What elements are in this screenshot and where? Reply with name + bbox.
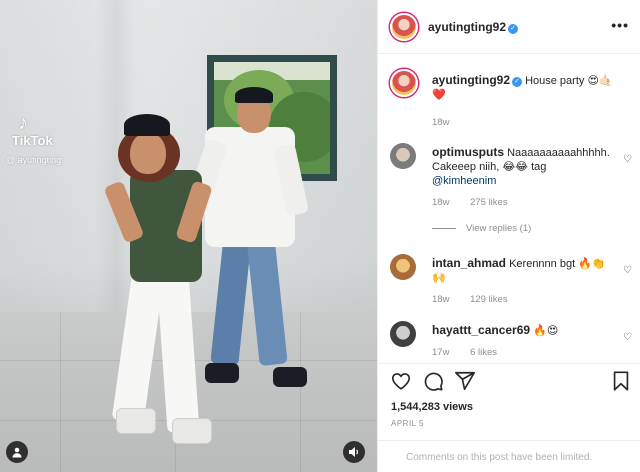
tiktok-watermark: ♪ TikTok [12, 112, 53, 148]
comment-likes[interactable]: 6 likes [470, 347, 497, 358]
post-actions: 1,544,283 views APRIL 5 Comments on this… [378, 363, 640, 472]
post-date[interactable]: APRIL 5 [391, 419, 424, 428]
comment-icon[interactable] [422, 370, 446, 394]
caption-text: House party 😍🤙🏻 [525, 75, 613, 87]
comment-likes[interactable]: 275 likes [470, 197, 508, 208]
verified-badge-icon: ✓ [508, 23, 519, 34]
more-options-icon[interactable]: ••• [611, 17, 629, 33]
comment-text: Kerennnn bgt 🔥👏 [509, 258, 606, 270]
comment-likes[interactable]: 129 likes [470, 294, 508, 305]
bookmark-icon[interactable] [610, 370, 634, 394]
comment-time: 18w [432, 197, 450, 208]
caption-time: 18w [432, 117, 450, 128]
comment-mention-link[interactable]: @kimheenim [432, 175, 496, 187]
view-replies-button[interactable]: View replies (1) [432, 223, 531, 234]
user-tag-icon[interactable] [6, 441, 28, 463]
post-header: ayutingting92 ✓ ••• [378, 0, 640, 54]
caption-item: ayutingting92 ✓ House party 😍🤙🏻 ❤️ 18w [390, 69, 632, 129]
comments-list[interactable]: ayutingting92 ✓ House party 😍🤙🏻 ❤️ 18w op… [378, 55, 640, 363]
caption-text-line2: ❤️ [432, 89, 446, 101]
heart-icon[interactable] [390, 370, 414, 394]
tiktok-brand-label: TikTok [12, 133, 53, 148]
comment-like-heart-icon[interactable]: ♡ [623, 153, 632, 167]
comment-like-heart-icon[interactable]: ♡ [623, 331, 632, 345]
comment-time: 17w [432, 347, 450, 358]
action-icons-row [390, 370, 632, 394]
replies-divider [432, 228, 456, 229]
share-icon[interactable] [454, 370, 478, 394]
commenter-avatar[interactable] [390, 254, 416, 280]
comment-item: hayattt_cancer69 🔥😍 17w 6 likes ♡ [390, 321, 632, 363]
comment-username[interactable]: intan_ahmad [432, 256, 506, 270]
comment-text: Naaaaaaaaaahhhhh. [507, 147, 610, 159]
commenter-avatar[interactable] [390, 143, 416, 169]
comment-item: optimusputs Naaaaaaaaaahhhhh. Cakeeep ni… [390, 143, 632, 263]
comment-time: 18w [432, 294, 450, 305]
views-count[interactable]: 1,544,283 views [391, 401, 473, 413]
post-sidebar: ayutingting92 ✓ ••• ayutingting92 ✓ House … [377, 0, 640, 472]
tiktok-note-icon: ♪ [18, 112, 28, 134]
caption-username[interactable]: ayutingting92 [432, 73, 510, 87]
volume-icon[interactable] [343, 441, 365, 463]
dancer-woman [100, 112, 220, 452]
tiktok-handle: @ ayutingting [6, 155, 62, 165]
author-username[interactable]: ayutingting92 [428, 20, 506, 34]
comment-like-heart-icon[interactable]: ♡ [623, 264, 632, 278]
verified-badge-icon: ✓ [512, 77, 523, 87]
comment-text: 🔥😍 [533, 325, 559, 337]
caption-avatar[interactable] [390, 69, 418, 97]
comments-limited-notice: Comments on this post have been limited. [378, 440, 640, 472]
comment-text-line2: Cakeeep niih, 😂😂 tag [432, 161, 547, 173]
comment-username[interactable]: hayattt_cancer69 [432, 323, 530, 337]
comment-text-line2: 🙌 [432, 272, 446, 284]
author-avatar[interactable] [390, 12, 418, 41]
view-replies-label: View replies (1) [466, 223, 532, 234]
post-video[interactable]: ♪ TikTok @ ayutingting [0, 0, 377, 472]
comment-username[interactable]: optimusputs [432, 145, 504, 159]
comment-item: intan_ahmad Kerennnn bgt 🔥👏 🙌 18w 129 li… [390, 254, 632, 314]
commenter-avatar[interactable] [390, 321, 416, 347]
